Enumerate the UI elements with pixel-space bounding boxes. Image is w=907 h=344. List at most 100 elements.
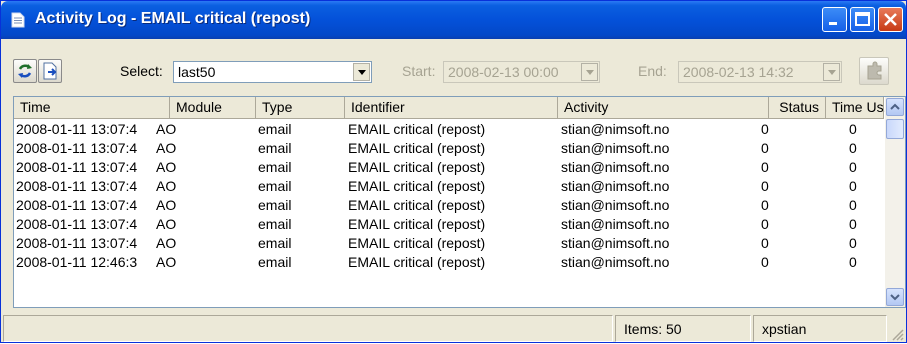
cell-time: 2008-01-11 13:07:4	[16, 178, 138, 194]
items-count: Items: 50	[615, 315, 751, 342]
cell-time: 2008-01-11 13:07:4	[16, 216, 138, 232]
cell-time: 2008-01-11 13:07:4	[16, 197, 138, 213]
cell-type: email	[258, 121, 292, 137]
cell-activity: stian@nimsoft.no	[561, 197, 670, 213]
maximize-button[interactable]	[850, 7, 875, 32]
chevron-down-icon[interactable]	[353, 63, 370, 81]
end-value: 2008-02-13 14:32	[683, 64, 794, 80]
cell-time: 2008-01-11 13:07:4	[16, 121, 138, 137]
close-icon	[884, 13, 897, 26]
cell-identifier: EMAIL critical (repost)	[348, 254, 486, 270]
select-dropdown[interactable]: last50	[173, 61, 372, 83]
minimize-button[interactable]	[822, 7, 847, 32]
table-row[interactable]: 2008-01-11 13:07:4 AO email EMAIL critic…	[14, 196, 884, 215]
cell-activity: stian@nimsoft.no	[561, 140, 670, 156]
table-row[interactable]: 2008-01-11 13:07:4 AO email EMAIL critic…	[14, 234, 884, 253]
start-label: Start:	[402, 63, 436, 79]
start-date-picker[interactable]: 2008-02-13 00:00	[443, 61, 600, 83]
vertical-scrollbar[interactable]	[885, 97, 905, 307]
scroll-thumb[interactable]	[886, 119, 904, 139]
cell-status: 0	[761, 140, 769, 156]
scroll-down-button[interactable]	[886, 288, 904, 306]
cell-status: 0	[761, 178, 769, 194]
table-header: Time Module Type Identifier Activity Sta…	[14, 97, 895, 119]
cell-status: 0	[761, 216, 769, 232]
table-row[interactable]: 2008-01-11 13:07:4 AO email EMAIL critic…	[14, 158, 884, 177]
cell-identifier: EMAIL critical (repost)	[348, 121, 486, 137]
activity-table: Time Module Type Identifier Activity Sta…	[13, 96, 906, 308]
cell-type: email	[258, 235, 292, 251]
cell-activity: stian@nimsoft.no	[561, 121, 670, 137]
puzzle-icon	[867, 61, 882, 80]
start-value: 2008-02-13 00:00	[448, 64, 559, 80]
end-label: End:	[638, 63, 667, 79]
end-date-picker[interactable]: 2008-02-13 14:32	[678, 61, 842, 83]
cell-time-used: 0	[849, 254, 857, 270]
cell-time-used: 0	[849, 121, 857, 137]
table-row[interactable]: 2008-01-11 13:07:4 AO email EMAIL critic…	[14, 215, 884, 234]
activity-log-window: Activity Log - EMAIL critical (repost) S…	[0, 0, 907, 343]
column-header-module[interactable]: Module	[170, 97, 256, 119]
export-button[interactable]	[38, 59, 62, 83]
cell-type: email	[258, 140, 292, 156]
table-row[interactable]: 2008-01-11 13:07:4 AO email EMAIL critic…	[14, 139, 884, 158]
cell-activity: stian@nimsoft.no	[561, 254, 670, 270]
title-bar[interactable]: Activity Log - EMAIL critical (repost)	[1, 1, 906, 39]
cell-time-used: 0	[849, 216, 857, 232]
table-row[interactable]: 2008-01-11 12:46:3 AO email EMAIL critic…	[14, 253, 884, 272]
cell-identifier: EMAIL critical (repost)	[348, 197, 486, 213]
cell-type: email	[258, 197, 292, 213]
resize-grip-icon[interactable]	[890, 327, 904, 341]
cell-module: AO	[156, 178, 177, 194]
cell-identifier: EMAIL critical (repost)	[348, 140, 486, 156]
window-title: Activity Log - EMAIL critical (repost)	[35, 10, 311, 27]
status-bar: Items: 50 xpstian	[1, 311, 906, 344]
chevron-down-icon[interactable]	[581, 63, 598, 81]
cell-module: AO	[156, 197, 177, 213]
document-icon	[11, 12, 25, 28]
cell-time-used: 0	[849, 140, 857, 156]
select-value: last50	[178, 64, 216, 80]
chevron-down-icon[interactable]	[823, 63, 840, 81]
table-row[interactable]: 2008-01-11 13:07:4 AO email EMAIL critic…	[14, 177, 884, 196]
close-button[interactable]	[878, 7, 903, 32]
column-header-identifier[interactable]: Identifier	[345, 97, 558, 119]
cell-type: email	[258, 254, 292, 270]
select-label: Select:	[120, 63, 163, 79]
cell-module: AO	[156, 235, 177, 251]
cell-activity: stian@nimsoft.no	[561, 159, 670, 175]
cell-module: AO	[156, 121, 177, 137]
cell-time: 2008-01-11 13:07:4	[16, 159, 138, 175]
column-header-status[interactable]: Status	[769, 97, 826, 119]
cell-time: 2008-01-11 13:07:4	[16, 140, 138, 156]
maximize-icon	[855, 12, 870, 26]
status-panel-main	[3, 315, 613, 342]
cell-time-used: 0	[849, 159, 857, 175]
column-header-time-used[interactable]: Time Us...	[826, 97, 895, 119]
refresh-icon	[18, 64, 32, 78]
disabled-action-button[interactable]	[859, 57, 889, 85]
cell-time: 2008-01-11 13:07:4	[16, 235, 138, 251]
cell-type: email	[258, 159, 292, 175]
cell-time-used: 0	[849, 178, 857, 194]
refresh-button[interactable]	[13, 59, 37, 83]
column-header-type[interactable]: Type	[256, 97, 345, 119]
cell-status: 0	[761, 197, 769, 213]
cell-identifier: EMAIL critical (repost)	[348, 159, 486, 175]
chevron-down-icon	[890, 294, 900, 301]
cell-activity: stian@nimsoft.no	[561, 235, 670, 251]
cell-status: 0	[761, 235, 769, 251]
column-header-time[interactable]: Time	[14, 97, 170, 119]
cell-status: 0	[761, 121, 769, 137]
column-header-activity[interactable]: Activity	[558, 97, 769, 119]
cell-module: AO	[156, 159, 177, 175]
toolbar: Select: last50 Start: 2008-02-13 00:00 E…	[1, 39, 906, 97]
cell-module: AO	[156, 140, 177, 156]
table-row[interactable]: 2008-01-11 13:07:4 AO email EMAIL critic…	[14, 120, 884, 139]
cell-activity: stian@nimsoft.no	[561, 216, 670, 232]
cell-type: email	[258, 178, 292, 194]
cell-module: AO	[156, 216, 177, 232]
cell-identifier: EMAIL critical (repost)	[348, 216, 486, 232]
scroll-up-button[interactable]	[886, 98, 904, 116]
export-icon	[43, 62, 57, 80]
